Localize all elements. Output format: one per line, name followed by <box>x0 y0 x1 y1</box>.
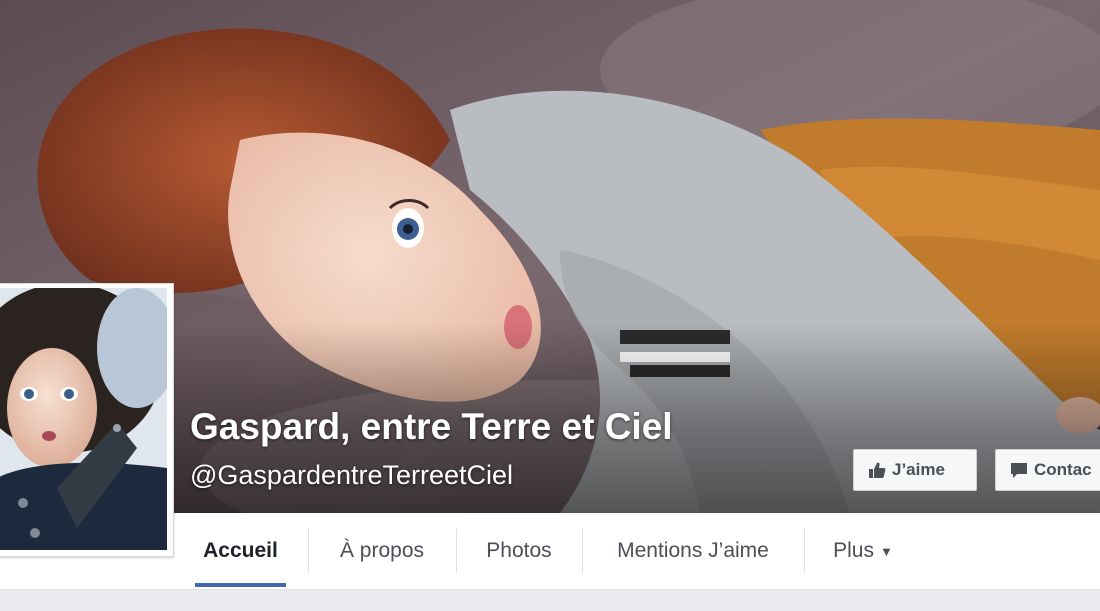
message-icon <box>1010 461 1028 479</box>
caret-down-icon: ▼ <box>879 543 893 559</box>
tab-divider <box>456 529 457 573</box>
page-background-strip <box>0 590 1100 611</box>
tab-plus[interactable]: Plus ▼ <box>818 513 908 589</box>
tab-plus-label: Plus <box>833 539 874 562</box>
contact-button[interactable]: Contac <box>995 449 1100 491</box>
facebook-page: Gaspard, entre Terre et Ciel @Gaspardent… <box>0 0 1100 611</box>
tab-a-propos[interactable]: À propos <box>322 513 442 589</box>
page-title[interactable]: Gaspard, entre Terre et Ciel <box>190 406 673 448</box>
tab-divider <box>582 529 583 573</box>
tab-divider <box>308 529 309 573</box>
profile-picture-image <box>0 288 167 550</box>
tab-accueil[interactable]: Accueil <box>195 513 286 589</box>
tab-divider <box>804 529 805 573</box>
like-button-label: J’aime <box>892 460 945 479</box>
page-username[interactable]: @GaspardentreTerreetCiel <box>190 460 513 491</box>
like-button[interactable]: J’aime <box>853 449 977 491</box>
thumbs-up-icon <box>868 461 886 479</box>
tab-photos[interactable]: Photos <box>470 513 568 589</box>
contact-button-label: Contac <box>1034 460 1092 479</box>
tab-mentions-jaime[interactable]: Mentions J’aime <box>596 513 790 589</box>
profile-picture[interactable] <box>0 283 174 557</box>
